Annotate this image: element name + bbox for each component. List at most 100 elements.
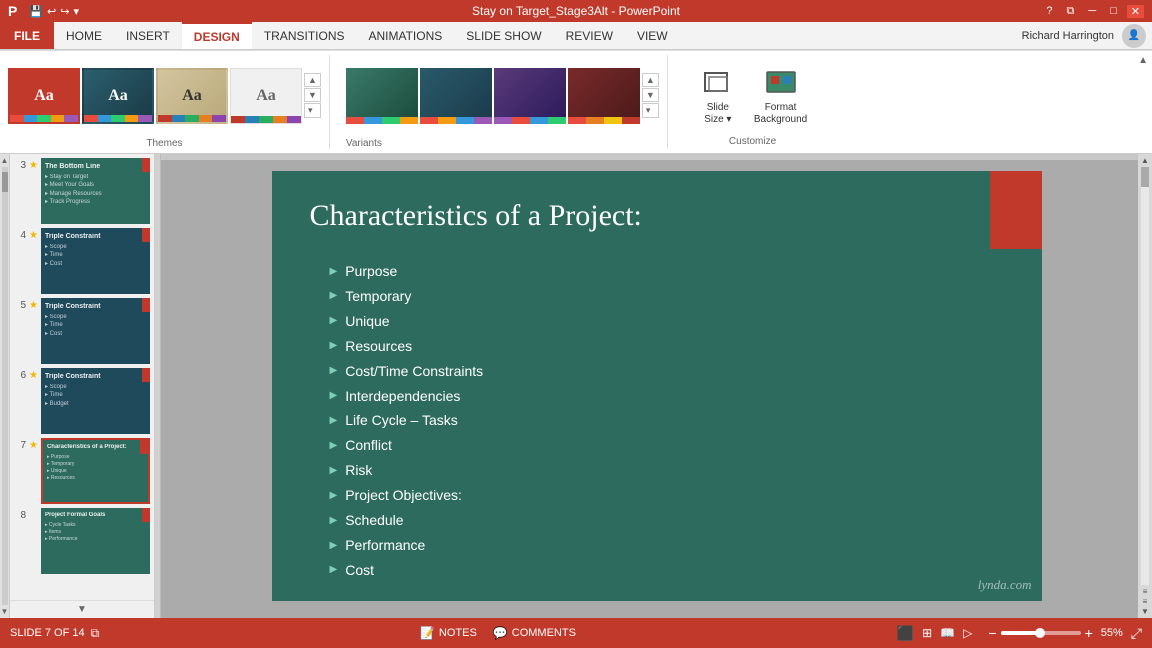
maximize-btn[interactable]: □ <box>1106 5 1121 18</box>
slide-thumb-3[interactable]: The Bottom Line ▸ Stay on Target▸ Meet Y… <box>41 158 150 224</box>
theme-thumb-3[interactable]: Aa <box>230 68 302 124</box>
theme-thumb-0[interactable]: Aa <box>8 68 80 124</box>
restore-btn[interactable]: ⧉ <box>1062 5 1078 18</box>
tab-insert[interactable]: INSERT <box>114 22 182 49</box>
quick-save-icon[interactable]: 💾 <box>29 5 43 18</box>
themes-more[interactable]: ▾ <box>304 103 321 118</box>
zoom-slider[interactable] <box>1001 631 1081 635</box>
comments-icon: 💬 <box>493 626 508 640</box>
slide-thumb-8[interactable]: Project Formal Goals ▸ Cycle Tasks▸ Item… <box>41 508 150 574</box>
tab-file[interactable]: FILE <box>0 22 54 49</box>
zoom-minus-btn[interactable]: − <box>988 626 996 640</box>
fit-window-btn[interactable]: ⤢ <box>1131 625 1142 642</box>
tab-design[interactable]: DESIGN <box>182 22 252 49</box>
slide-list: 3 ★ The Bottom Line ▸ Stay on Target▸ Me… <box>10 154 154 600</box>
content-scrollbar-top <box>161 154 1138 160</box>
format-background-btn[interactable]: FormatBackground <box>748 62 813 130</box>
scroll-expand-2[interactable]: ≡ <box>1143 597 1148 606</box>
variant-thumb-3[interactable] <box>568 68 640 124</box>
zoom-bar: − + 55% <box>988 626 1122 640</box>
panel-scroll-up-btn[interactable]: ▲ <box>1 156 9 165</box>
ribbon-tabs: FILE HOME INSERT DESIGN TRANSITIONS ANIM… <box>0 22 1152 50</box>
tab-home[interactable]: HOME <box>54 22 114 49</box>
format-background-icon <box>763 66 799 102</box>
bullet-8: ▶Risk <box>330 458 484 483</box>
bullet-4: ▶Cost/Time Constraints <box>330 359 484 384</box>
tab-slideshow[interactable]: SLIDE SHOW <box>454 22 553 49</box>
slide-item-5[interactable]: 5 ★ Triple Constraint ▸ Scope▸ Time▸ Cos… <box>14 298 150 364</box>
variants-label: Variants <box>346 138 659 149</box>
panel-scroll-down-btn[interactable]: ▼ <box>1 607 9 616</box>
notes-icon: 📝 <box>420 626 435 640</box>
close-btn[interactable]: ✕ <box>1127 5 1144 18</box>
slide-red-accent <box>990 171 1042 249</box>
title-bar-controls: ? ⧉ ─ □ ✕ <box>1042 5 1144 18</box>
user-name[interactable]: Richard Harrington <box>1014 30 1122 42</box>
slide-size-btn[interactable]: SlideSize ▾ <box>692 62 744 130</box>
slide-show-btn[interactable]: ▷ <box>963 626 972 640</box>
format-background-label: FormatBackground <box>754 102 807 126</box>
zoom-plus-btn[interactable]: + <box>1085 626 1093 640</box>
variant-thumb-2[interactable] <box>494 68 566 124</box>
bullet-9: ▶Project Objectives: <box>330 483 484 508</box>
comments-btn[interactable]: 💬 COMMENTS <box>493 626 576 640</box>
status-center: 📝 NOTES 💬 COMMENTS <box>420 626 576 640</box>
slide-size-label: SlideSize ▾ <box>704 102 731 126</box>
tab-review[interactable]: REVIEW <box>554 22 625 49</box>
variant-thumb-1[interactable] <box>420 68 492 124</box>
help-btn[interactable]: ? <box>1042 5 1056 18</box>
slide-num-4: 4 <box>14 228 26 241</box>
theme-thumb-2[interactable]: Aa <box>156 68 228 124</box>
bullet-12: ▶Cost <box>330 558 484 583</box>
redo-btn[interactable]: ↪ <box>60 5 69 18</box>
slide-item-8[interactable]: 8 ★ Project Formal Goals ▸ Cycle Tasks▸ … <box>14 508 150 574</box>
reading-view-btn[interactable]: 📖 <box>940 626 955 640</box>
themes-scroll-up[interactable]: ▲ <box>304 73 321 87</box>
slide-item-7[interactable]: 7 ★ Characteristics of a Project: ▸ Purp… <box>14 438 150 504</box>
status-bar: SLIDE 7 OF 14 ⧉ 📝 NOTES 💬 COMMENTS ⬛ ⊞ 📖… <box>0 618 1152 648</box>
slide-thumb-6[interactable]: Triple Constraint ▸ Scope▸ Time▸ Budget <box>41 368 150 434</box>
main-slide: Characteristics of a Project: ▶Purpose ▶… <box>272 171 1042 601</box>
slide-view-icon[interactable]: ⧉ <box>91 626 100 641</box>
slide-panel-scroll-down[interactable]: ▼ <box>10 600 154 618</box>
scroll-down-arrow[interactable]: ▼ <box>1141 607 1149 616</box>
themes-scroll-down[interactable]: ▼ <box>304 88 321 102</box>
bullet-6: ▶Life Cycle – Tasks <box>330 408 484 433</box>
more-qa-btn[interactable]: ▾ <box>73 5 79 18</box>
slide-sorter-btn[interactable]: ⊞ <box>922 626 932 640</box>
slide-size-icon <box>700 66 736 102</box>
minimize-btn[interactable]: ─ <box>1084 5 1100 18</box>
theme-thumb-1[interactable]: Aa <box>82 68 154 124</box>
bullet-2: ▶Unique <box>330 309 484 334</box>
variants-scroll-down[interactable]: ▼ <box>642 88 659 102</box>
bullet-5: ▶Interdependencies <box>330 384 484 409</box>
notes-btn[interactable]: 📝 NOTES <box>420 626 477 640</box>
tab-animations[interactable]: ANIMATIONS <box>356 22 454 49</box>
themes-section: Aa Aa <box>8 55 330 149</box>
normal-view-btn[interactable]: ⬛ <box>897 625 914 642</box>
ribbon-collapse-btn[interactable]: ▲ <box>1138 55 1148 66</box>
slide-num-5: 5 <box>14 298 26 311</box>
slide-thumb-4[interactable]: Triple Constraint ▸ Scope▸ Time▸ Cost <box>41 228 150 294</box>
zoom-level[interactable]: 55% <box>1101 627 1123 639</box>
variants-scroll-up[interactable]: ▲ <box>642 73 659 87</box>
content-right-scrollbar: ▲ ≡ ≡ ▼ <box>1138 154 1152 618</box>
customize-label: Customize <box>692 136 813 147</box>
slide-thumb-5[interactable]: Triple Constraint ▸ Scope▸ Time▸ Cost <box>41 298 150 364</box>
slide-num-7: 7 <box>14 438 26 451</box>
bullet-11: ▶Performance <box>330 533 484 558</box>
slide-star-3: ★ <box>29 158 38 171</box>
slide-item-4[interactable]: 4 ★ Triple Constraint ▸ Scope▸ Time▸ Cos… <box>14 228 150 294</box>
slide-item-6[interactable]: 6 ★ Triple Constraint ▸ Scope▸ Time▸ Bud… <box>14 368 150 434</box>
scroll-up-arrow[interactable]: ▲ <box>1141 156 1149 165</box>
bullet-0: ▶Purpose <box>330 259 484 284</box>
tab-view[interactable]: VIEW <box>625 22 680 49</box>
variants-more[interactable]: ▾ <box>642 103 659 118</box>
slide-star-4: ★ <box>29 228 38 241</box>
variant-thumb-0[interactable] <box>346 68 418 124</box>
scroll-expand-1[interactable]: ≡ <box>1143 587 1148 596</box>
slide-thumb-7[interactable]: Characteristics of a Project: ▸ Purpose▸… <box>41 438 150 504</box>
undo-btn[interactable]: ↩ <box>47 5 56 18</box>
tab-transitions[interactable]: TRANSITIONS <box>252 22 357 49</box>
slide-item-3[interactable]: 3 ★ The Bottom Line ▸ Stay on Target▸ Me… <box>14 158 150 224</box>
